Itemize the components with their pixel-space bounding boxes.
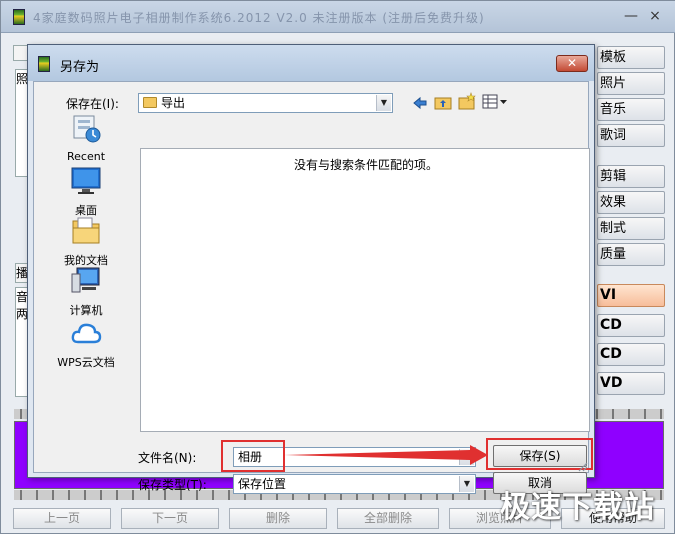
file-list[interactable]: 没有与搜索条件匹配的项。 (140, 148, 590, 432)
dialog-body: 保存在(I): 导出 ▼ Recent 桌面 我的文档 计算机 WPS云文档 没… (33, 81, 593, 494)
new-folder-icon[interactable] (458, 92, 476, 110)
dialog-title: 另存为 (60, 60, 100, 75)
up-folder-icon[interactable] (434, 94, 452, 110)
place-label: Recent (66, 150, 106, 163)
app-title: 4家庭数码照片电子相册制作系统6.2012 V2.0 未注册版本 (注册后免费升… (33, 11, 485, 25)
template-button[interactable]: 模板 (597, 46, 665, 69)
format-button[interactable]: 制式 (597, 217, 665, 240)
place-label: WPS云文档 (57, 356, 115, 369)
filename-label: 文件名(N): (138, 451, 197, 465)
make-svcd-button[interactable]: CD (597, 343, 665, 366)
wps-cloud-icon (71, 323, 102, 344)
save-in-combo[interactable]: 导出 ▼ (138, 93, 393, 113)
photo-button[interactable]: 照片 (597, 72, 665, 95)
chevron-down-icon[interactable]: ▼ (459, 476, 474, 492)
app-icon (13, 9, 25, 25)
watermark: 极速下载站 (500, 490, 655, 525)
my-documents-icon (72, 217, 100, 244)
recent-icon (73, 115, 101, 143)
back-icon[interactable] (412, 96, 428, 110)
quality-button[interactable]: 质量 (597, 243, 665, 266)
resize-grip-icon[interactable] (576, 460, 588, 472)
make-vcd-button[interactable]: CD (597, 314, 665, 337)
dialog-close-button[interactable]: ✕ (556, 55, 588, 72)
filename-highlight-box (221, 440, 285, 472)
filetype-label: 保存类型(T): (138, 478, 207, 492)
place-wps-cloud[interactable]: WPS云文档 (51, 318, 121, 370)
filetype-value: 保存位置 (238, 477, 287, 491)
make-dvd-button[interactable]: VD (597, 372, 665, 395)
close-button[interactable]: × (645, 9, 665, 25)
place-label: 计算机 (69, 304, 103, 317)
save-in-label: 保存在(I): (66, 97, 119, 111)
next-page-button[interactable]: 下一页 (121, 508, 219, 529)
music-button[interactable]: 音乐 (597, 98, 665, 121)
save-as-dialog: 另存为 ✕ 保存在(I): 导出 ▼ Recent 桌面 我的文档 计算机 WP… (27, 44, 595, 494)
chevron-down-icon[interactable]: ▼ (376, 95, 391, 111)
place-my-documents[interactable]: 我的文档 (51, 216, 121, 268)
folder-icon (143, 97, 157, 108)
effect-button[interactable]: 效果 (597, 191, 665, 214)
place-desktop[interactable]: 桌面 (51, 166, 121, 218)
view-menu-icon[interactable] (482, 94, 510, 110)
dialog-titlebar: 另存为 ✕ (28, 45, 594, 81)
prev-page-button[interactable]: 上一页 (13, 508, 111, 529)
place-recent[interactable]: Recent (51, 114, 121, 163)
save-in-value: 导出 (161, 96, 186, 110)
desktop-icon (71, 167, 101, 194)
minimize-button[interactable]: — (621, 9, 641, 25)
annotation-arrow-icon (284, 445, 488, 465)
filetype-select[interactable]: 保存位置 ▼ (233, 474, 476, 494)
delete-all-button[interactable]: 全部删除 (337, 508, 439, 529)
computer-icon (71, 267, 100, 293)
place-computer[interactable]: 计算机 (51, 266, 121, 318)
empty-message: 没有与搜索条件匹配的项。 (293, 158, 438, 172)
dialog-icon (38, 56, 50, 72)
lyrics-button[interactable]: 歌词 (597, 124, 665, 147)
app-titlebar: 4家庭数码照片电子相册制作系统6.2012 V2.0 未注册版本 (注册后免费升… (1, 1, 675, 33)
make-avi-button[interactable]: VI (597, 284, 665, 307)
delete-button[interactable]: 删除 (229, 508, 327, 529)
clip-button[interactable]: 剪辑 (597, 165, 665, 188)
